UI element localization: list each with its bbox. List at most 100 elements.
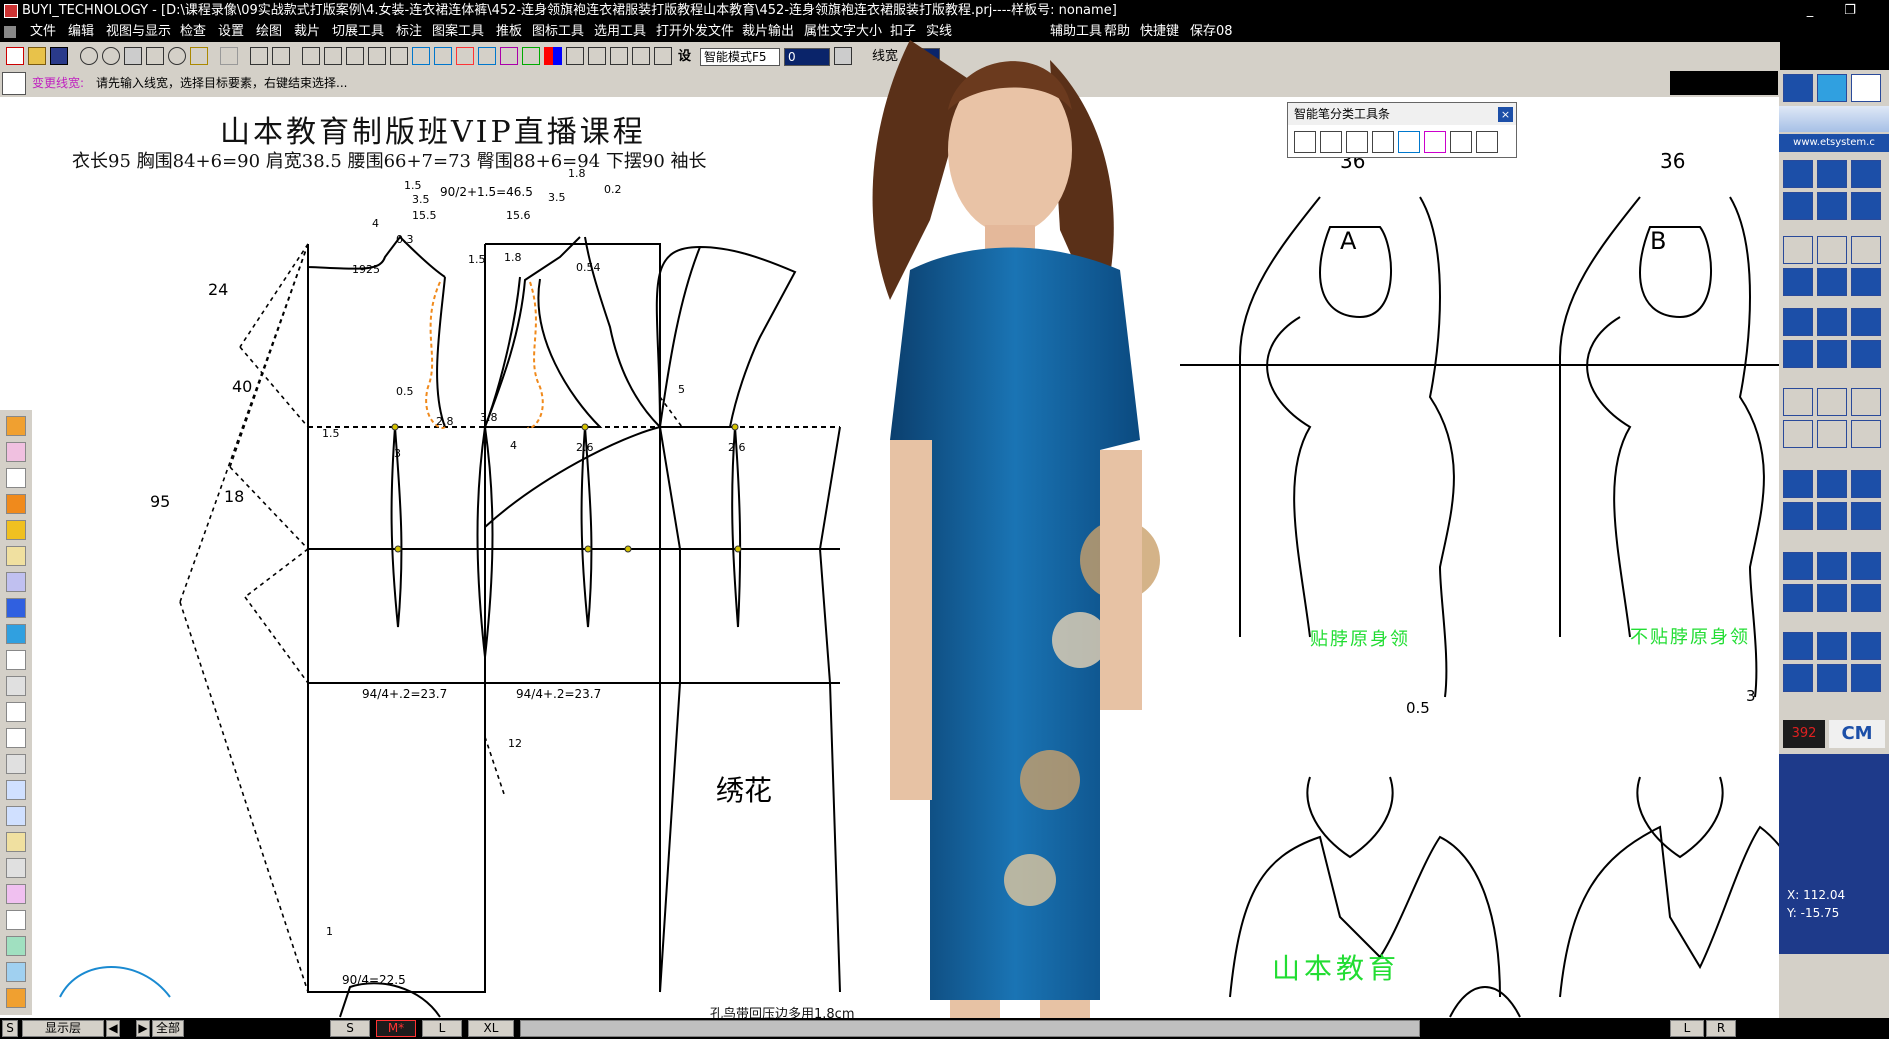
vertical-line-icon[interactable] bbox=[6, 494, 26, 514]
pan-hand-icon[interactable] bbox=[146, 47, 164, 65]
tool-a3-icon[interactable] bbox=[1851, 160, 1881, 188]
h-tool-icon[interactable] bbox=[1450, 131, 1472, 153]
tool-c3-icon[interactable] bbox=[1851, 236, 1881, 264]
btn-left[interactable]: L bbox=[1670, 1020, 1704, 1037]
select-arrow-icon[interactable] bbox=[250, 47, 268, 65]
mode-select[interactable]: 智能模式F5 bbox=[700, 48, 780, 66]
down-triangle-icon[interactable] bbox=[6, 806, 26, 826]
menu-draw[interactable]: 绘图 bbox=[256, 22, 282, 42]
tool-e3-icon[interactable] bbox=[1851, 308, 1881, 336]
menu-piece-output[interactable]: 裁片输出 bbox=[742, 22, 794, 42]
undo-icon[interactable] bbox=[190, 47, 208, 65]
menu-settings[interactable]: 设置 bbox=[218, 22, 244, 42]
tool-i1-icon[interactable] bbox=[1783, 470, 1813, 498]
mirror-icon[interactable] bbox=[390, 47, 408, 65]
tool-l2-icon[interactable] bbox=[1817, 584, 1847, 612]
seam-icon[interactable] bbox=[522, 47, 540, 65]
tool-f2-icon[interactable] bbox=[1817, 340, 1847, 368]
tool-a2-icon[interactable] bbox=[1817, 160, 1847, 188]
prev-arrow-icon[interactable]: ◀ bbox=[106, 1020, 120, 1037]
tool-j2-icon[interactable] bbox=[1817, 502, 1847, 530]
angle-measure-icon[interactable] bbox=[6, 650, 26, 670]
drill-icon[interactable] bbox=[6, 936, 26, 956]
menu-edit[interactable]: 编辑 bbox=[68, 22, 94, 42]
tool-g3-icon[interactable] bbox=[1851, 388, 1881, 416]
line-pen-icon[interactable] bbox=[6, 468, 26, 488]
edit-line-icon[interactable] bbox=[346, 47, 364, 65]
line-tool-icon[interactable] bbox=[1346, 131, 1368, 153]
menu-file[interactable]: 文件 bbox=[30, 22, 56, 42]
size-l[interactable]: L bbox=[422, 1020, 462, 1037]
curve-tool-icon[interactable] bbox=[1372, 131, 1394, 153]
layers-icon[interactable] bbox=[6, 754, 26, 774]
tool-h1-icon[interactable] bbox=[1783, 420, 1813, 448]
t-square-tool-icon[interactable] bbox=[1320, 131, 1342, 153]
scissors-icon[interactable] bbox=[1851, 74, 1881, 102]
menu-save08[interactable]: 保存08 bbox=[1190, 22, 1233, 42]
tool-j3-icon[interactable] bbox=[1851, 502, 1881, 530]
menu-pattern-tools[interactable]: 图案工具 bbox=[432, 22, 484, 42]
tool-f3-icon[interactable] bbox=[1851, 340, 1881, 368]
open-folder-icon[interactable] bbox=[28, 47, 46, 65]
tool-m3-icon[interactable] bbox=[1851, 632, 1881, 660]
menu-pieces[interactable]: 裁片 bbox=[294, 22, 320, 42]
smooth-curve-tool-icon[interactable] bbox=[1398, 131, 1420, 153]
tool-h3-icon[interactable] bbox=[1851, 420, 1881, 448]
close-icon[interactable]: × bbox=[1498, 107, 1513, 122]
menu-annotate[interactable]: 标注 bbox=[396, 22, 422, 42]
tool-e2-icon[interactable] bbox=[1817, 308, 1847, 336]
rectangle-tool-icon[interactable] bbox=[1294, 131, 1316, 153]
tool-h2-icon[interactable] bbox=[1817, 420, 1847, 448]
pen-red-icon[interactable] bbox=[456, 47, 474, 65]
next-arrow-icon[interactable]: ▶ bbox=[136, 1020, 150, 1037]
zoom-in-icon[interactable] bbox=[102, 47, 120, 65]
table-icon[interactable] bbox=[632, 47, 650, 65]
tool-b1-icon[interactable] bbox=[1783, 192, 1813, 220]
tool-n3-icon[interactable] bbox=[1851, 664, 1881, 692]
all-sizes-button[interactable]: 全部 bbox=[152, 1020, 184, 1037]
tool-d1-icon[interactable] bbox=[1783, 268, 1813, 296]
grid-icon[interactable] bbox=[566, 47, 584, 65]
figure-icon[interactable] bbox=[1783, 74, 1813, 102]
tool-b2-icon[interactable] bbox=[1817, 192, 1847, 220]
move-icon[interactable] bbox=[272, 47, 290, 65]
image-icon[interactable] bbox=[654, 47, 672, 65]
tool-f1-icon[interactable] bbox=[1783, 340, 1813, 368]
tool-k1-icon[interactable] bbox=[1783, 552, 1813, 580]
unit-display[interactable]: CM bbox=[1829, 720, 1885, 748]
tool-g1-icon[interactable] bbox=[1783, 388, 1813, 416]
plus-point-icon[interactable] bbox=[324, 47, 342, 65]
stack-icon[interactable] bbox=[6, 728, 26, 748]
house-icon[interactable] bbox=[6, 676, 26, 696]
dart-icon[interactable] bbox=[500, 47, 518, 65]
rotate-icon[interactable] bbox=[368, 47, 386, 65]
menu-select-tools[interactable]: 选用工具 bbox=[594, 22, 646, 42]
menu-open-external[interactable]: 打开外发文件 bbox=[656, 22, 734, 42]
new-file-icon[interactable] bbox=[6, 47, 24, 65]
set-label[interactable]: 设 bbox=[678, 48, 691, 66]
menu-slash-spread[interactable]: 切展工具 bbox=[332, 22, 384, 42]
menu-view[interactable]: 视图与显示 bbox=[106, 22, 171, 42]
button-icon[interactable] bbox=[6, 962, 26, 982]
tool-b3-icon[interactable] bbox=[1851, 192, 1881, 220]
measure-icon[interactable] bbox=[302, 47, 320, 65]
tool-l1-icon[interactable] bbox=[1783, 584, 1813, 612]
zoom-out-icon[interactable] bbox=[80, 47, 98, 65]
curve-icon[interactable] bbox=[478, 47, 496, 65]
marker-tool-icon[interactable] bbox=[1476, 131, 1498, 153]
restore-button[interactable]: ❐ bbox=[1830, 0, 1870, 22]
menu-check[interactable]: 检查 bbox=[180, 22, 206, 42]
pen-tool-icon[interactable] bbox=[6, 416, 26, 436]
size-s[interactable]: S bbox=[330, 1020, 370, 1037]
tool-m2-icon[interactable] bbox=[1817, 632, 1847, 660]
tool-l3-icon[interactable] bbox=[1851, 584, 1881, 612]
prompt-input[interactable] bbox=[1670, 71, 1778, 95]
save-icon[interactable] bbox=[50, 47, 68, 65]
pleat-icon[interactable] bbox=[6, 884, 26, 904]
color-palette-icon[interactable] bbox=[544, 47, 562, 65]
tool-m1-icon[interactable] bbox=[1783, 632, 1813, 660]
point-tool-icon[interactable] bbox=[1424, 131, 1446, 153]
tool-e1-icon[interactable] bbox=[1783, 308, 1813, 336]
zoom-window-icon[interactable] bbox=[168, 47, 186, 65]
btn-right[interactable]: R bbox=[1706, 1020, 1736, 1037]
